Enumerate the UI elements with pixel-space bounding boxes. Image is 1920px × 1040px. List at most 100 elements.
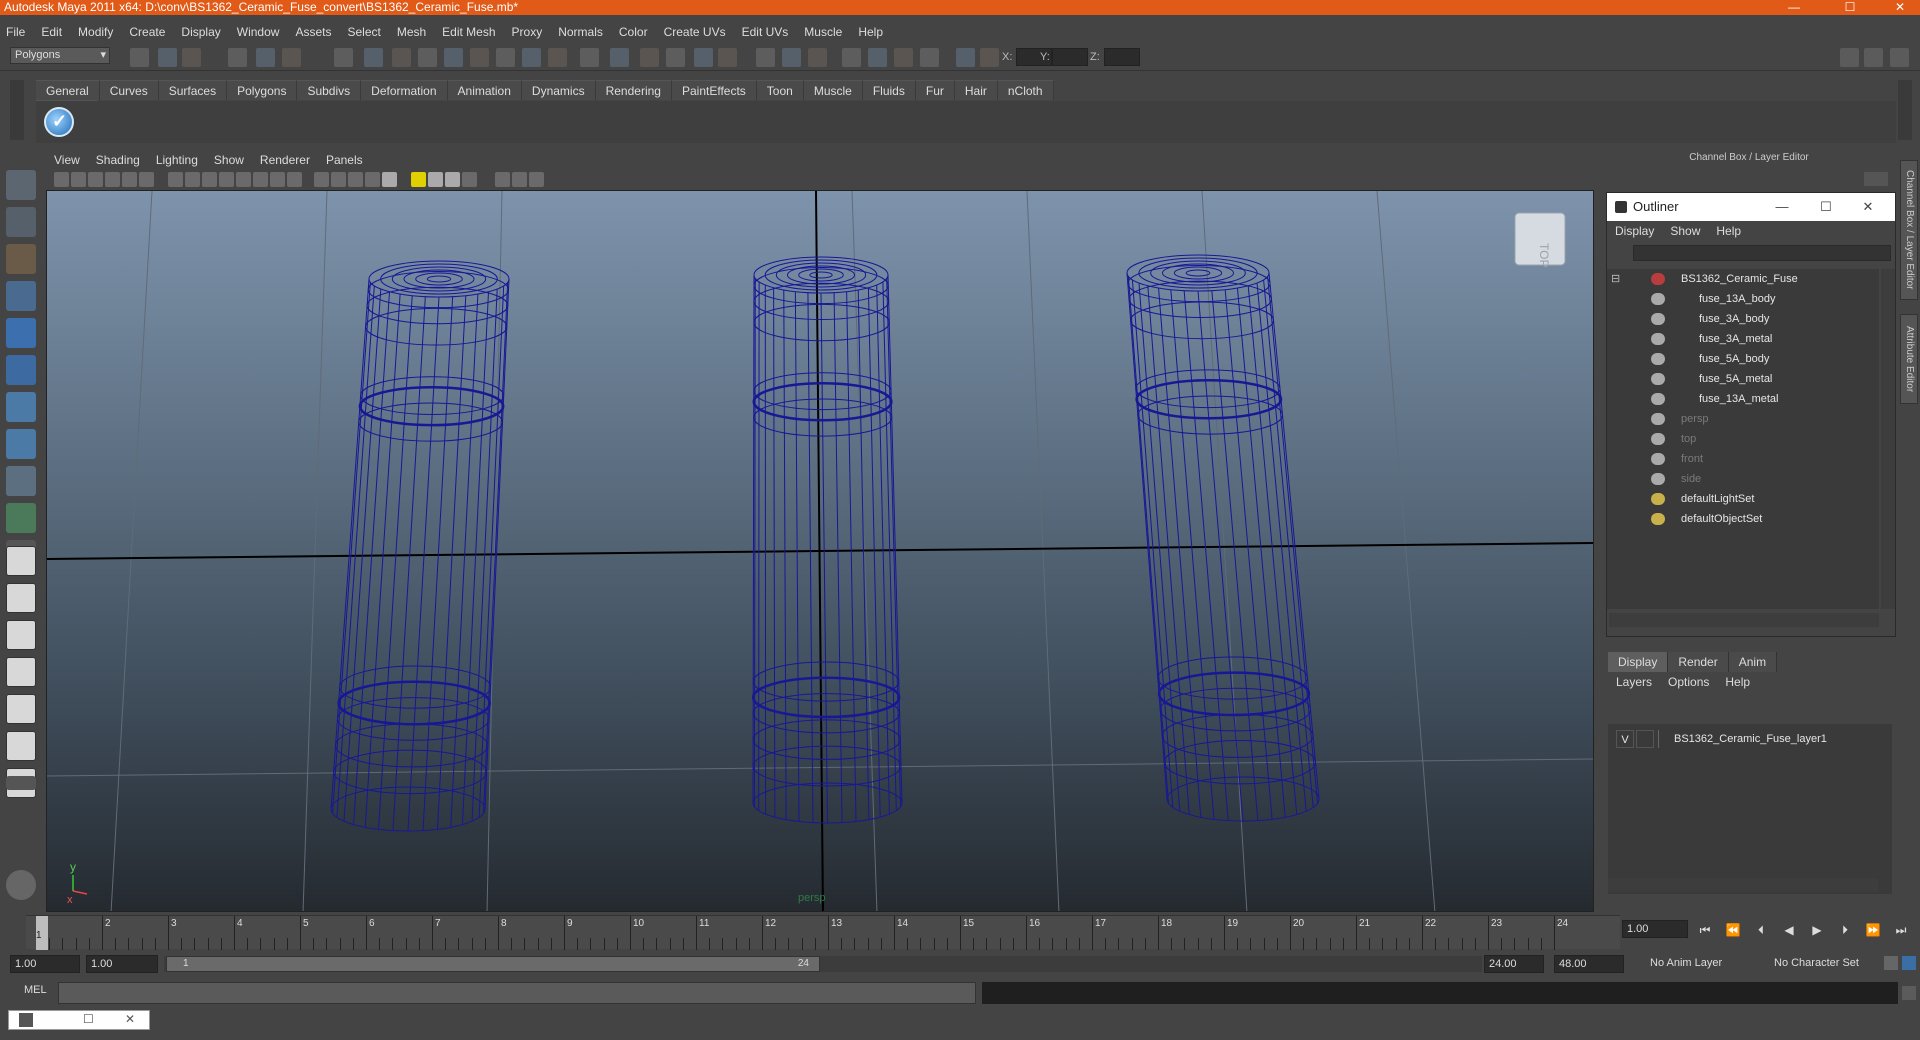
layer-tab-render[interactable]: Render xyxy=(1668,652,1729,672)
range-slider-track[interactable]: 1 24 xyxy=(164,956,1482,972)
panel-tool-icon[interactable] xyxy=(253,172,268,187)
open-scene-icon[interactable] xyxy=(158,48,177,67)
panel-tool-icon[interactable] xyxy=(411,172,426,187)
panel-tool-icon[interactable] xyxy=(365,172,380,187)
lasso-tool-icon[interactable] xyxy=(6,207,36,237)
anim-layer-dropdown[interactable]: No Anim Layer xyxy=(1646,955,1756,973)
outliner-item-fuse-13a-body[interactable]: fuse_13A_body xyxy=(1607,289,1879,309)
current-time-indicator[interactable]: 1 xyxy=(36,916,48,950)
toggle-attribute-icon[interactable] xyxy=(1864,48,1883,67)
panel-tool-icon[interactable] xyxy=(314,172,329,187)
key-icon[interactable] xyxy=(1884,956,1898,970)
go-to-start-icon[interactable]: ⏮ xyxy=(1696,922,1714,938)
layer-menu-options[interactable]: Options xyxy=(1660,672,1717,692)
outliner-item-front[interactable]: front xyxy=(1607,449,1879,469)
mode-selector[interactable]: Polygons ▾ xyxy=(10,47,110,64)
layer-horizontal-scrollbar[interactable] xyxy=(1608,878,1878,892)
command-input[interactable] xyxy=(58,982,976,1004)
snap-plane-icon[interactable] xyxy=(418,48,437,67)
z-field[interactable] xyxy=(1104,48,1140,66)
menu-proxy[interactable]: Proxy xyxy=(504,22,551,42)
dope-sheet-layout-icon[interactable] xyxy=(6,731,36,761)
snap-curve-icon[interactable] xyxy=(364,48,383,67)
shelf-tab-subdivs[interactable]: Subdivs xyxy=(297,80,362,100)
script-editor-icon[interactable] xyxy=(1902,986,1916,1000)
panel-tool-icon[interactable] xyxy=(287,172,302,187)
outliner-item-defaultobjectset[interactable]: defaultObjectSet xyxy=(1607,509,1879,529)
panel-tool-icon[interactable] xyxy=(122,172,137,187)
muscle-icon[interactable] xyxy=(6,870,36,900)
outliner-menu-help[interactable]: Help xyxy=(1708,221,1749,241)
menu-create-uvs[interactable]: Create UVs xyxy=(656,22,734,42)
outliner-item-fuse-3a-metal[interactable]: fuse_3A_metal xyxy=(1607,329,1879,349)
play-backwards-icon[interactable]: ◀ xyxy=(1780,922,1798,938)
select-tool-icon[interactable] xyxy=(6,170,36,200)
outliner-item-fuse-3a-body[interactable]: fuse_3A_body xyxy=(1607,309,1879,329)
shelf-tab-fluids[interactable]: Fluids xyxy=(862,80,916,100)
menu-create[interactable]: Create xyxy=(121,22,173,42)
shelf-scroll[interactable] xyxy=(1898,80,1912,140)
side-tab-attribute-editor[interactable]: Attribute Editor xyxy=(1900,314,1918,404)
outliner-item-fuse-5a-metal[interactable]: fuse_5A_metal xyxy=(1607,369,1879,389)
snap-surface-icon[interactable] xyxy=(444,48,463,67)
fuse-left[interactable] xyxy=(330,260,510,832)
xray-icon[interactable] xyxy=(956,48,975,67)
attribute-icon[interactable] xyxy=(808,48,827,67)
end-time-field[interactable]: 48.00 xyxy=(1554,955,1624,973)
fuse-middle[interactable] xyxy=(751,256,903,824)
shelf-tab-general[interactable]: General xyxy=(36,80,100,100)
scale-tool-icon[interactable] xyxy=(6,392,36,422)
y-field[interactable] xyxy=(1052,48,1088,66)
time-slider[interactable]: 1234567891011121314151617181920212223241 xyxy=(26,915,1620,950)
playback-start-field[interactable]: 1.00 xyxy=(86,955,158,973)
shelf-tab-muscle[interactable]: Muscle xyxy=(803,80,863,100)
more-layouts-icon[interactable] xyxy=(6,776,36,790)
panel-tool-icon[interactable] xyxy=(54,172,69,187)
layer-menu-help[interactable]: Help xyxy=(1717,672,1758,692)
layer-color-swatch[interactable] xyxy=(1658,730,1672,748)
shelf-tab-deformation[interactable]: Deformation xyxy=(361,80,448,100)
menu-select[interactable]: Select xyxy=(339,22,388,42)
layer-tab-display[interactable]: Display xyxy=(1608,652,1669,672)
outliner-minimize-button[interactable]: — xyxy=(1767,193,1797,221)
minimized-window[interactable]: ☐ ✕ xyxy=(8,1010,150,1030)
single-pane-layout-icon[interactable] xyxy=(6,546,36,576)
panel-tool-icon[interactable] xyxy=(168,172,183,187)
help-icon[interactable] xyxy=(496,48,515,67)
panel-tool-icon[interactable] xyxy=(139,172,154,187)
panel-tool-icon[interactable] xyxy=(382,172,397,187)
camera-icon[interactable] xyxy=(842,48,861,67)
minimized-close-icon[interactable]: ✕ xyxy=(125,1012,135,1026)
layer-type-toggle[interactable] xyxy=(1636,730,1654,748)
menu-assets[interactable]: Assets xyxy=(287,22,339,42)
outliner-persp-layout-icon[interactable] xyxy=(6,620,36,650)
menu-file[interactable]: File xyxy=(0,22,33,42)
select-component-icon[interactable] xyxy=(282,48,301,67)
minimized-restore-icon[interactable]: ☐ xyxy=(83,1012,94,1026)
playback-end-field[interactable]: 24.00 xyxy=(1484,955,1544,973)
toggle-tool-settings-icon[interactable] xyxy=(1890,48,1909,67)
collapse-icon[interactable]: ⊟ xyxy=(1611,269,1620,289)
shelf-tab-dynamics[interactable]: Dynamics xyxy=(521,80,596,100)
menu-mesh[interactable]: Mesh xyxy=(389,22,434,42)
panel-tool-icon[interactable] xyxy=(512,172,527,187)
channel-box-icons[interactable] xyxy=(1864,172,1888,186)
panel-tool-icon[interactable] xyxy=(185,172,200,187)
panel-tool-icon[interactable] xyxy=(428,172,443,187)
outliner-close-button[interactable]: ✕ xyxy=(1853,193,1883,221)
new-scene-icon[interactable] xyxy=(130,48,149,67)
render-current-icon[interactable] xyxy=(610,48,629,67)
minimize-button[interactable]: — xyxy=(1774,0,1814,15)
viewport-persp[interactable]: TOP persp y x xyxy=(46,190,1594,912)
checkmark-icon[interactable]: ✓ xyxy=(44,107,74,137)
outliner-filter-field[interactable] xyxy=(1633,245,1891,261)
construction-history-icon[interactable] xyxy=(580,48,599,67)
panel-tool-icon[interactable] xyxy=(348,172,363,187)
side-tab-channel-box[interactable]: Channel Box / Layer Editor xyxy=(1900,160,1918,300)
menu-display[interactable]: Display xyxy=(173,22,228,42)
save-scene-icon[interactable] xyxy=(182,48,201,67)
render-view-icon[interactable] xyxy=(718,48,737,67)
command-language-label[interactable]: MEL xyxy=(24,984,47,996)
panel-tool-icon[interactable] xyxy=(529,172,544,187)
snap-point-icon[interactable] xyxy=(392,48,411,67)
